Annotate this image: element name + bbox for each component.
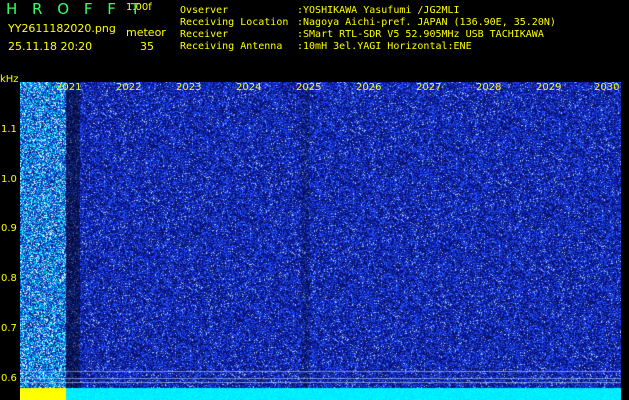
x-tick-label: 2028: [476, 82, 502, 93]
x-tick-label: 2026: [356, 82, 382, 93]
y-tick-label: 0.6: [1, 373, 17, 384]
location-value: :Nagoya Aichi-pref. JAPAN (136.90E, 35.2…: [297, 17, 556, 28]
x-tick-label: 2025: [296, 82, 322, 93]
frequency-unit: kHz: [0, 74, 19, 85]
observer-label: Ovserver: [180, 5, 229, 16]
observer-value: :YOSHIKAWA Yasufumi /JG2MLI: [297, 5, 460, 16]
spectrogram: [20, 82, 621, 400]
x-tick-label: 2022: [116, 82, 142, 93]
y-tick-label: 1.0: [1, 174, 17, 185]
spectrogram-canvas: [20, 82, 621, 400]
location-label: Receiving Location: [180, 17, 289, 28]
antenna-label: Receiving Antenna: [180, 41, 283, 52]
capture-datetime: 25.11.18 20:20: [8, 40, 93, 53]
x-tick-label: 2027: [416, 82, 442, 93]
x-tick-label: 2029: [536, 82, 562, 93]
y-tick-label: 0.7: [1, 323, 17, 334]
file-name: YY2611182020.png: [8, 22, 116, 35]
meteor-count: 35: [140, 40, 154, 53]
antenna-value: :10mH 3el.YAGI Horizontal:ENE: [297, 41, 472, 52]
y-tick-label: 0.8: [1, 273, 17, 284]
x-tick-label: 2030: [594, 82, 620, 93]
y-tick-label: 1.1: [1, 124, 17, 135]
x-tick-label: 2021: [56, 82, 82, 93]
receiver-value: :SMart RTL-SDR V5 52.905MHz USB TACHIKAW…: [297, 29, 544, 40]
y-tick-label: 0.9: [1, 223, 17, 234]
app-title: H R O F F T: [6, 0, 145, 18]
meteor-label: meteor: [126, 26, 166, 39]
x-tick-label: 2023: [176, 82, 202, 93]
receiver-label: Receiver: [180, 29, 229, 40]
x-tick-label: 2024: [236, 82, 262, 93]
version-label: 1.00f: [126, 2, 152, 13]
